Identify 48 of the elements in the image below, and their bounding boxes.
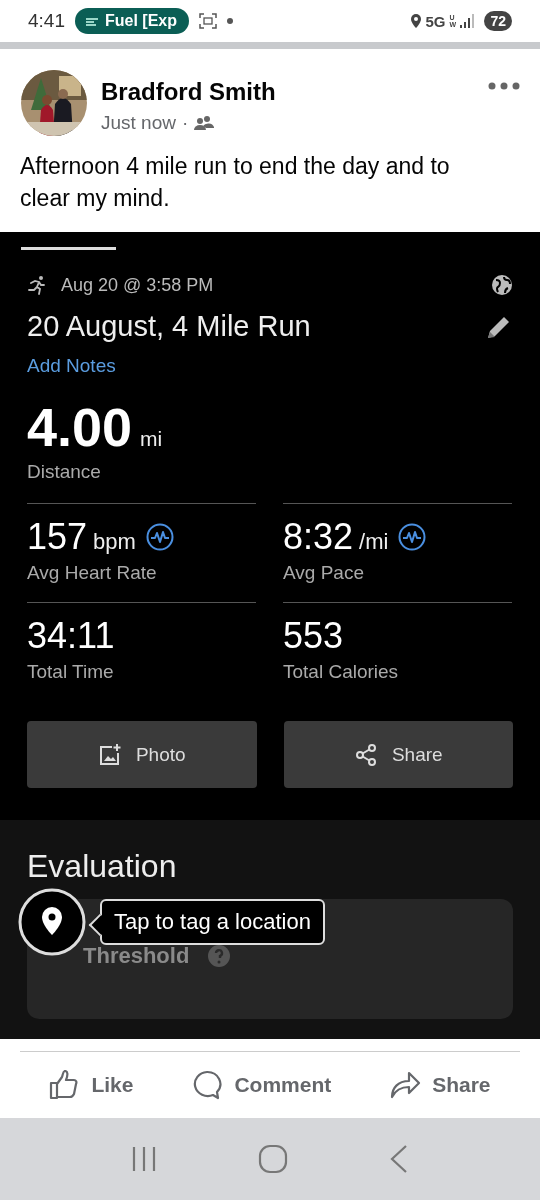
stat-label: Avg Pace (283, 562, 365, 584)
home-icon[interactable] (258, 1144, 288, 1174)
pulse-icon[interactable] (398, 523, 427, 551)
globe-icon[interactable] (491, 274, 513, 296)
help-icon[interactable] (207, 944, 232, 968)
photo-button[interactable]: Photo (27, 721, 257, 788)
author-name[interactable]: Bradford Smith (101, 78, 474, 106)
pulse-icon[interactable] (145, 523, 174, 551)
post-time: Just now (101, 112, 176, 134)
stat-value: 34:11 (27, 615, 115, 657)
location-icon (411, 14, 422, 28)
battery-indicator: 72 (484, 11, 512, 31)
share-button[interactable]: Share (283, 721, 513, 788)
more-icon[interactable] (488, 82, 520, 90)
activity-title: 20 August, 4 Mile Run (27, 310, 311, 343)
stat-unit: /mi (359, 529, 389, 555)
like-button[interactable]: Like (43, 1069, 140, 1101)
dot-icon (227, 18, 233, 24)
status-time: 4:41 (28, 10, 65, 32)
share-arrow-icon (390, 1070, 423, 1100)
recent-apps-icon[interactable] (130, 1145, 158, 1173)
share-button[interactable]: Share (384, 1069, 497, 1101)
stat-label: Total Calories (283, 661, 400, 683)
tooltip-text: Tap to tag a location (114, 909, 311, 934)
stat-value: 8:32 (283, 516, 354, 558)
signal-icon (460, 14, 477, 28)
section-title: Evaluation (27, 848, 178, 885)
stat-unit: bpm (93, 529, 136, 555)
stat-label: Distance (27, 461, 102, 483)
comment-button[interactable]: Comment (186, 1069, 338, 1101)
screenshot-icon (199, 13, 217, 29)
distance-value: 4.00 (27, 397, 133, 457)
distance-unit: mi (140, 427, 163, 451)
share-icon (353, 742, 378, 767)
activity-date: Aug 20 @ 3:58 PM (61, 274, 214, 296)
stat-label: Total Time (27, 661, 115, 683)
stat-label: Avg Heart Rate (27, 562, 158, 584)
add-notes-link[interactable]: Add Notes (27, 355, 513, 377)
people-icon (194, 115, 215, 131)
runner-icon (27, 275, 47, 295)
separator-dot: · (182, 112, 189, 134)
stat-value: 157 (27, 516, 88, 558)
network-label: 5G (425, 12, 446, 30)
add-photo-icon (97, 742, 122, 767)
stat-value: 553 (283, 615, 344, 657)
post-text: Afternoon 4 mile run to end the day and to clear my mind. (19, 152, 451, 213)
card-label: Threshold (83, 943, 190, 969)
notification-text: Fuel [Exp (105, 12, 177, 30)
